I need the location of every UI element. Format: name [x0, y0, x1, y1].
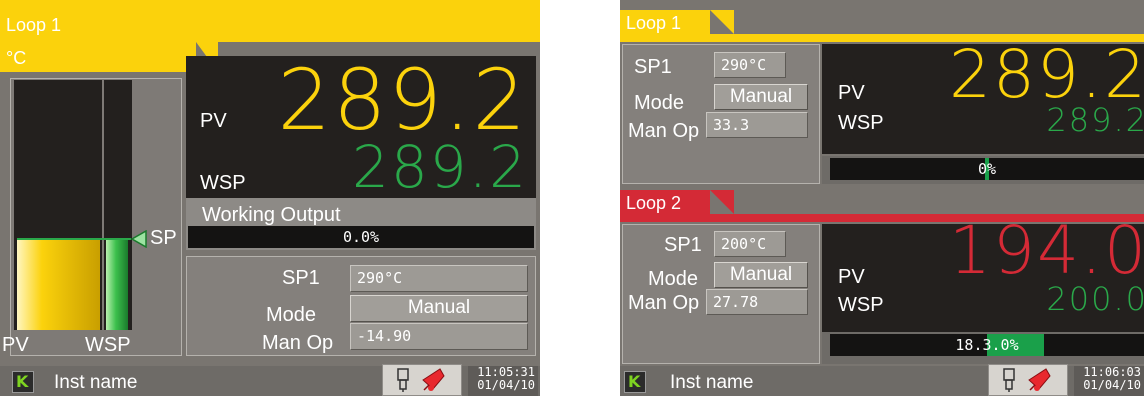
mode-button[interactable]: Manual — [350, 295, 528, 322]
sp-marker-icon — [130, 230, 147, 248]
loop2-title: Loop 2 — [626, 193, 682, 213]
k-logo-icon[interactable]: K — [12, 371, 34, 393]
loop1-tab[interactable] — [0, 0, 540, 42]
loop1-sp1-field[interactable]: 290°C — [714, 52, 786, 78]
k-logo-icon[interactable]: K — [624, 371, 646, 393]
instrument-name: Inst name — [670, 372, 754, 393]
loop2-sp1-field[interactable]: 200°C — [714, 231, 786, 257]
alarm-bell-icon — [422, 368, 445, 391]
loop2-wsp-label: WSP — [838, 294, 884, 316]
clock: 11:06:03 01/04/10 — [1074, 366, 1144, 396]
sp1-label: SP1 — [282, 267, 320, 289]
units-label: °C — [6, 48, 27, 68]
loop2-pv-label: PV — [838, 266, 865, 288]
loop1-pv-value: 289.2 — [949, 36, 1144, 113]
dual-loop-view: Loop 1 SP1 290°C Mode Manual Man Op 33.3… — [620, 0, 1144, 396]
loop2-output-value: 18.3.0% — [955, 336, 1019, 354]
sp1-field[interactable]: 290°C — [350, 265, 528, 292]
usb-icon — [397, 368, 409, 392]
loop1-pv-label: PV — [838, 82, 865, 104]
sp-marker-label: SP — [150, 227, 177, 249]
loop1-output-value: 0% — [977, 160, 997, 178]
alarm-bell-icon — [1028, 368, 1051, 391]
loop1-mode-button[interactable]: Manual — [714, 84, 808, 110]
manop-field[interactable]: -14.90 — [350, 323, 528, 350]
loop2-sp1-label: SP1 — [664, 234, 702, 256]
clock: 11:05:31 01/04/10 — [468, 366, 538, 396]
working-output-bar: 0.0% — [188, 226, 534, 248]
pv-value: 289.2 — [277, 51, 528, 149]
loop1-mode-label: Mode — [634, 92, 685, 114]
manop-label: Man Op — [262, 332, 334, 354]
sp-line — [17, 238, 131, 240]
loop2-pv-value: 194.0 — [949, 212, 1144, 289]
loop2-manop-label: Man Op — [628, 292, 700, 314]
usb-icon — [1003, 368, 1015, 392]
mode-label: Mode — [266, 304, 317, 326]
loop1-manop-field[interactable]: 33.3 — [706, 112, 808, 138]
loop2-wsp-value: 200.0 — [1046, 280, 1144, 318]
wsp-label: WSP — [200, 172, 246, 194]
loop1-output-bar: 0% — [830, 158, 1144, 180]
loop-title: Loop 1 — [6, 15, 62, 35]
single-loop-view: Loop 1 °C SP PV WSP PV 289.2 WSP 289.2 W… — [0, 0, 540, 396]
loop1-title: Loop 1 — [626, 13, 682, 33]
loop1-sp1-label: SP1 — [634, 56, 672, 78]
instrument-name: Inst name — [54, 372, 138, 393]
bar-pv-label: PV — [2, 334, 29, 356]
pv-label: PV — [200, 110, 227, 132]
loop2-manop-field[interactable]: 27.78 — [706, 289, 808, 315]
bar-wsp-label: WSP — [85, 334, 131, 356]
working-output-label: Working Output — [202, 204, 341, 226]
pv-bar-fill — [17, 240, 100, 330]
loop1-manop-label: Man Op — [628, 120, 700, 142]
wsp-bar-fill — [106, 240, 128, 330]
wsp-value: 289.2 — [351, 133, 528, 201]
date: 01/04/10 — [477, 378, 535, 392]
loop1-wsp-label: WSP — [838, 112, 884, 134]
loop2-mode-button[interactable]: Manual — [714, 262, 808, 288]
date: 01/04/10 — [1083, 378, 1141, 392]
loop1-wsp-value: 289.2 — [1046, 101, 1144, 139]
loop2-output-bar: 18.3.0% — [830, 334, 1144, 356]
loop2-mode-label: Mode — [648, 268, 699, 290]
